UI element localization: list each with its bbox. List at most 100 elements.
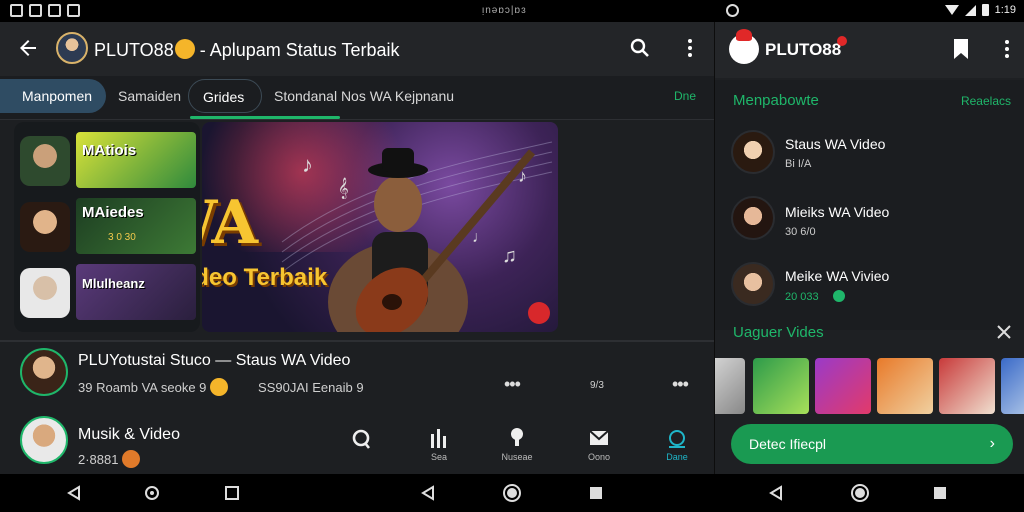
tab-dne[interactable]: Dne <box>660 79 710 113</box>
nav-home-icon[interactable] <box>502 483 522 503</box>
list-item-meta: 20 033 <box>785 290 845 303</box>
recommended-section: Menpabowte Reaelacs Staus WA Video Bi I/… <box>715 80 1024 330</box>
thumbnail-item[interactable]: Mlulheanz <box>20 264 196 320</box>
list-item-title: Staus WA Video <box>785 136 886 152</box>
page-subtitle: - Aplupam Status Terbaik <box>199 40 400 60</box>
page-title: PLUTO88 - Aplupam Status Terbaik <box>94 39 400 61</box>
music-icon <box>511 428 523 446</box>
profile-avatar[interactable] <box>56 32 88 64</box>
list-item-title: Meike WA Vivieo <box>785 268 890 284</box>
refresh-icon <box>352 429 371 449</box>
list-item-title: PLUYotustai Stuco — Staus WA Video <box>78 352 351 369</box>
list-item-meta-c: 9/3 <box>590 380 604 391</box>
list-item-meta: 2·8881 <box>78 450 144 468</box>
nav-back-icon[interactable] <box>768 485 784 501</box>
video-strip <box>715 358 1024 414</box>
search-icon[interactable] <box>628 36 652 60</box>
avatar <box>20 348 68 396</box>
nav-recents-icon[interactable] <box>932 485 948 501</box>
more-horiz-icon[interactable]: ••• <box>504 374 521 395</box>
video-thumb[interactable] <box>715 358 745 414</box>
gallery-notification-icon <box>29 4 42 17</box>
list-item-meta-a: 2·8881 <box>78 452 119 467</box>
cta-button[interactable]: Detec Ifiecpl › <box>731 424 1013 464</box>
thumbnail-label: MAiedes <box>82 204 144 221</box>
cta-label: Detec Ifiecpl <box>749 436 827 452</box>
avatar <box>731 196 775 240</box>
video-thumb[interactable] <box>939 358 995 414</box>
avatar <box>731 130 775 174</box>
list-item[interactable]: PLUYotustai Stuco — Staus WA Video 39 Ro… <box>0 346 714 406</box>
thumbnail-list: MAtiois MAiedes 3 0 30 Mlulheanz <box>14 122 200 332</box>
thumbnail-avatar <box>20 268 70 318</box>
system-nav-bar <box>0 474 1024 512</box>
bar-chart-icon <box>431 429 446 448</box>
nav-recents-icon[interactable] <box>224 485 240 501</box>
more-vert-icon[interactable] <box>678 36 702 60</box>
thumbnail-item[interactable]: MAiedes 3 0 30 <box>20 198 196 254</box>
nav-recents-icon[interactable] <box>588 485 604 501</box>
nav-back-icon[interactable] <box>420 485 436 501</box>
btab-label: Dane <box>666 452 688 462</box>
section-link[interactable]: Reaelacs <box>961 94 1011 108</box>
list-item-title: Musik & Video <box>78 426 180 443</box>
tab-grides[interactable]: Grides <box>188 79 262 113</box>
brand-name: PLUTO88 <box>94 40 174 60</box>
btab-label: Nuseae <box>501 452 533 462</box>
chevron-right-icon: › <box>989 435 995 452</box>
tab-samaiden[interactable]: Samaiden <box>104 79 195 113</box>
smiley-icon <box>210 378 229 396</box>
thumbnail-avatar <box>20 136 70 186</box>
list-item-meta-text: 20 033 <box>785 291 819 303</box>
close-notification-icon <box>48 4 61 17</box>
home-icon <box>669 430 685 448</box>
thumbnail-item[interactable]: MAtiois <box>20 132 196 188</box>
nav-back-icon[interactable] <box>66 485 82 501</box>
close-expand-icon[interactable] <box>996 324 1012 340</box>
video-thumb[interactable] <box>1001 358 1024 414</box>
bookmark-icon[interactable] <box>951 38 971 60</box>
thumbnail-avatar <box>20 202 70 252</box>
video-thumb[interactable] <box>877 358 933 414</box>
app-top-bar: PLUTO88 - Aplupam Status Terbaik <box>0 22 714 76</box>
notification-icons <box>10 4 80 17</box>
list-item-meta-a: 39 Roamb VA seoke 9 <box>78 380 207 395</box>
signal-icon <box>964 4 976 16</box>
nav-home-icon[interactable] <box>144 485 160 501</box>
tab-indicator <box>190 116 340 119</box>
more-horiz-icon[interactable]: ••• <box>672 374 689 395</box>
fire-icon <box>122 450 141 468</box>
video-thumb[interactable] <box>753 358 809 414</box>
avatar <box>731 262 775 306</box>
nav-home-icon[interactable] <box>850 483 870 503</box>
brand-logo[interactable] <box>729 29 759 64</box>
btab-label: Oono <box>587 452 611 462</box>
list-item-meta: Bi I/A <box>785 158 812 170</box>
thumbnail-label: MAtiois <box>82 142 137 159</box>
btab-refresh[interactable] <box>336 426 386 452</box>
thumbnail-banner <box>76 132 196 188</box>
right-top-bar: PLUTO88 <box>715 22 1024 78</box>
btab-label: Sea <box>430 452 447 462</box>
online-dot-icon <box>832 290 845 302</box>
list-item-meta-b: SS90JAI Eenaib 9 <box>258 380 364 395</box>
tab-manpomen[interactable]: Manpomen <box>0 79 106 113</box>
clock: 1:19 <box>994 4 1016 16</box>
right-title: PLUTO88 <box>765 40 842 59</box>
svg-text:♪: ♪ <box>302 152 313 177</box>
video-thumb[interactable] <box>815 358 871 414</box>
thumbnail-banner <box>76 264 196 320</box>
btab-sea[interactable]: Sea <box>414 426 464 462</box>
btab-nuseae[interactable]: Nuseae <box>492 426 542 462</box>
battery-icon <box>981 4 989 16</box>
more-vert-icon[interactable] <box>997 38 1017 60</box>
tab-stondanal[interactable]: Stondanal Nos WA Kejpnanu <box>260 79 468 113</box>
mail-icon <box>589 430 609 445</box>
btab-oono[interactable]: Oono <box>574 426 624 462</box>
hero-badge-icon <box>528 302 550 324</box>
notification-square-icon <box>10 4 23 17</box>
back-arrow-icon[interactable] <box>16 36 40 60</box>
btab-dane[interactable]: Dane <box>652 426 702 462</box>
hero-banner[interactable]: ♪ 𝄞 ♫ ♪ ♩ WA Video Terbaik <box>202 122 558 332</box>
divider <box>0 340 714 342</box>
